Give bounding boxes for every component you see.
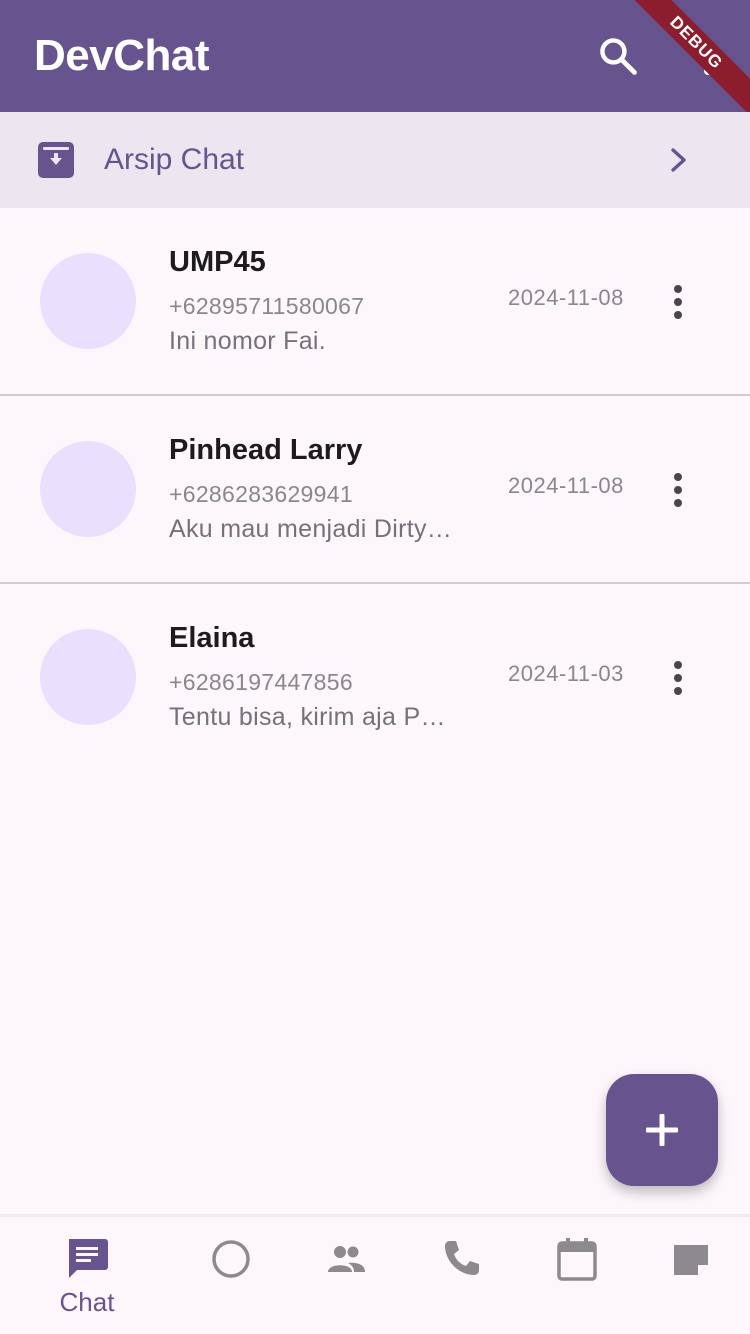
calendar-icon: [557, 1238, 597, 1281]
nav-item-community[interactable]: [291, 1217, 401, 1334]
status-circle-icon: [212, 1240, 250, 1278]
chat-list-item[interactable]: Elaina +6286197447856 Tentu bisa, kirim …: [0, 584, 750, 772]
more-vert-icon-dot: [674, 499, 682, 507]
nav-item-status[interactable]: [176, 1217, 286, 1334]
more-vert-icon-dot: [674, 311, 682, 319]
note-icon: [674, 1245, 708, 1275]
chat-list: UMP45 +62895711580067 Ini nomor Fai. 202…: [0, 208, 750, 772]
nav-item-calendar[interactable]: [522, 1217, 632, 1334]
nav-item-chat[interactable]: Chat: [32, 1217, 142, 1334]
more-vert-icon: [674, 661, 682, 669]
nav-label-chat: Chat: [59, 1287, 115, 1317]
add-icon: [646, 1114, 678, 1146]
avatar[interactable]: [40, 441, 136, 537]
app-title: DevChat: [34, 31, 210, 80]
more-vert-icon-dot: [704, 67, 712, 75]
app-bar: DevChat DEBUG: [0, 0, 750, 112]
phone-icon: [445, 1241, 479, 1275]
message-date: 2024-11-08: [508, 285, 624, 310]
avatar[interactable]: [40, 253, 136, 349]
more-vert-icon: [674, 473, 682, 481]
more-vert-icon-dot: [674, 687, 682, 695]
more-vert-icon-dot: [674, 298, 682, 306]
nav-item-notes[interactable]: [636, 1217, 746, 1334]
archived-chats-row[interactable]: Arsip Chat: [0, 112, 750, 208]
chevron-right-icon: [671, 148, 686, 172]
contact-name: Pinhead Larry: [169, 434, 363, 466]
people-icon: [328, 1246, 365, 1272]
more-vert-icon: [704, 41, 712, 49]
last-message: Tentu bisa, kirim aja P…: [169, 703, 446, 731]
chat-list-item[interactable]: Pinhead Larry +6286283629941 Aku mau men…: [0, 396, 750, 584]
contact-name: Elaina: [169, 622, 255, 654]
contact-phone: +6286197447856: [169, 669, 353, 695]
chat-icon: [69, 1239, 108, 1278]
chat-options-button[interactable]: [664, 658, 692, 698]
contact-phone: +62895711580067: [169, 293, 365, 319]
chat-list-item[interactable]: UMP45 +62895711580067 Ini nomor Fai. 202…: [0, 208, 750, 396]
new-chat-fab[interactable]: [606, 1074, 718, 1186]
more-vert-icon-dot: [674, 674, 682, 682]
message-date: 2024-11-03: [508, 661, 624, 686]
contact-phone: +6286283629941: [169, 481, 353, 507]
chat-options-button[interactable]: [664, 282, 692, 322]
contact-name: UMP45: [169, 246, 266, 278]
archived-chats-label: Arsip Chat: [104, 143, 245, 176]
last-message: Ini nomor Fai.: [169, 327, 327, 355]
more-options-button[interactable]: [690, 30, 726, 86]
bottom-navigation: Chat: [0, 1214, 750, 1334]
search-button[interactable]: [590, 28, 646, 84]
chat-options-button[interactable]: [664, 470, 692, 510]
more-vert-icon: [674, 285, 682, 293]
search-icon: [600, 38, 637, 75]
avatar[interactable]: [40, 629, 136, 725]
nav-item-calls[interactable]: [406, 1217, 516, 1334]
last-message: Aku mau menjadi Dirty…: [169, 515, 453, 543]
archive-icon: [38, 142, 74, 178]
message-date: 2024-11-08: [508, 473, 624, 498]
more-vert-icon-dot: [704, 54, 712, 62]
more-vert-icon-dot: [674, 486, 682, 494]
